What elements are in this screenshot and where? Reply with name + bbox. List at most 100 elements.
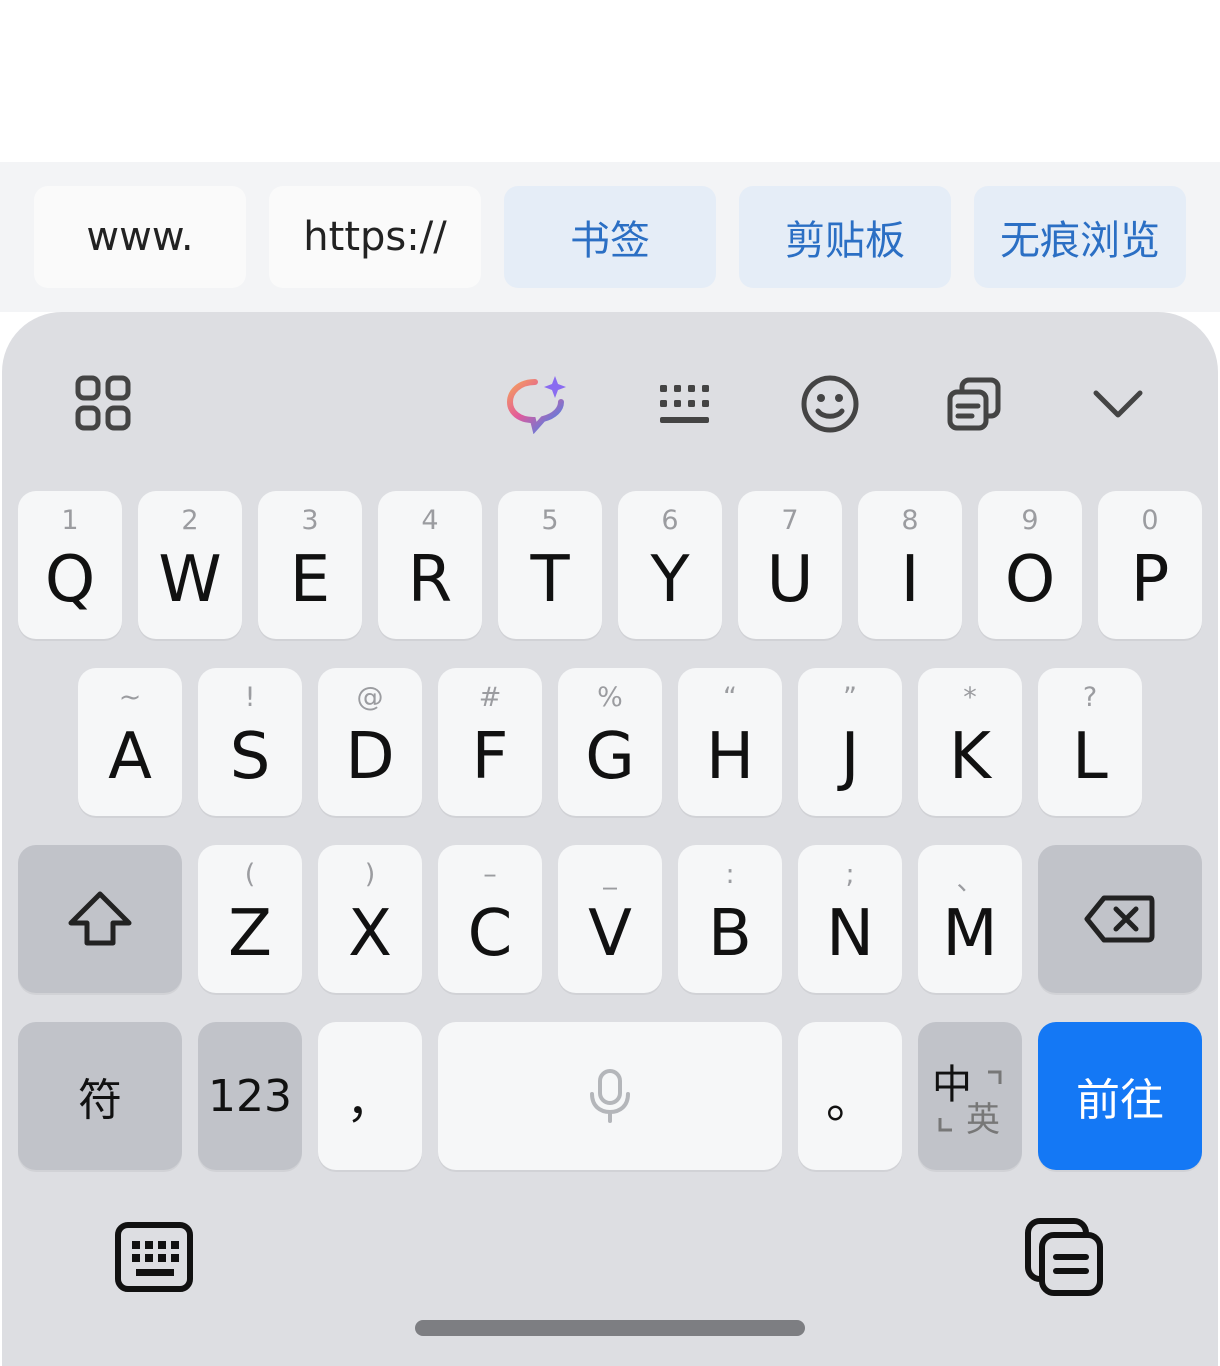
key-label: V — [588, 897, 632, 971]
key-s[interactable]: ! S — [198, 668, 302, 816]
key-label: Y — [650, 543, 690, 617]
chip-https[interactable]: https:// — [269, 186, 481, 288]
backspace-icon — [1038, 845, 1202, 993]
key-hint: 3 — [301, 505, 319, 536]
apps-grid-icon[interactable] — [68, 368, 138, 438]
key-hint: ? — [1082, 682, 1098, 713]
numbers-label: 123 — [208, 1070, 292, 1122]
key-label: Q — [44, 543, 96, 617]
lang-switch-brackets-icon — [938, 1070, 1002, 1132]
language-switch-key[interactable]: 中 英 — [918, 1022, 1022, 1170]
home-indicator — [415, 1320, 805, 1336]
key-hint: ) — [364, 859, 376, 890]
key-label: F — [471, 720, 509, 794]
key-hint: @ — [356, 682, 384, 713]
key-label: U — [766, 543, 814, 617]
space-voice-key[interactable] — [438, 1022, 782, 1170]
key-g[interactable]: % G — [558, 668, 662, 816]
clipboard-icon[interactable] — [938, 368, 1010, 440]
key-hint: ; — [845, 859, 855, 890]
page-blank-area — [0, 0, 1220, 162]
key-label: N — [826, 897, 874, 971]
key-x[interactable]: ) X — [318, 845, 422, 993]
key-hint: % — [597, 682, 623, 713]
key-r[interactable]: 4R — [378, 491, 482, 639]
key-hint: 8 — [901, 505, 919, 536]
key-k[interactable]: * K — [918, 668, 1022, 816]
key-y[interactable]: 6Y — [618, 491, 722, 639]
chip-bookmarks[interactable]: 书签 — [504, 186, 716, 288]
key-hint: ( — [244, 859, 256, 890]
numbers-key[interactable]: 123 — [198, 1022, 302, 1170]
key-hint: 、 — [956, 866, 984, 897]
key-d[interactable]: @ D — [318, 668, 422, 816]
url-suggestion-bar: www. https:// 书签 剪贴板 无痕浏览 — [0, 162, 1220, 312]
keyboard-layout-icon[interactable] — [648, 368, 720, 440]
key-w[interactable]: 2W — [138, 491, 242, 639]
key-b[interactable]: :B — [678, 845, 782, 993]
key-z[interactable]: (Z — [198, 845, 302, 993]
key-label: H — [705, 720, 755, 794]
emoji-icon[interactable] — [794, 368, 866, 440]
backspace-key[interactable] — [1038, 845, 1202, 993]
chip-clipboard[interactable]: 剪贴板 — [739, 186, 951, 288]
key-label: O — [1004, 543, 1056, 617]
comma-key[interactable]: ， — [318, 1022, 422, 1170]
clipboard-history-icon[interactable] — [1022, 1216, 1108, 1300]
key-h[interactable]: “H — [678, 668, 782, 816]
keyboard-switch-icon[interactable] — [112, 1218, 196, 1296]
key-hint: “ — [723, 682, 737, 713]
period-label: 。 — [825, 1073, 874, 1129]
period-key[interactable]: 。 — [798, 1022, 902, 1170]
key-label: T — [530, 543, 570, 617]
collapse-keyboard-icon[interactable] — [1082, 368, 1154, 440]
key-hint: ! — [244, 682, 256, 713]
key-label: I — [900, 543, 920, 617]
key-i[interactable]: 8I — [858, 491, 962, 639]
ai-assistant-icon[interactable] — [502, 368, 574, 440]
key-label: E — [289, 543, 331, 617]
go-button[interactable]: 前往 — [1038, 1022, 1202, 1170]
key-label: A — [108, 720, 152, 794]
key-e[interactable]: 3E — [258, 491, 362, 639]
key-hint: 5 — [541, 505, 559, 536]
key-label: B — [708, 897, 752, 971]
key-hint: * — [963, 682, 977, 713]
key-hint: 0 — [1141, 505, 1159, 536]
key-j[interactable]: ” J — [798, 668, 902, 816]
key-label: W — [158, 543, 222, 617]
key-c[interactable]: – C — [438, 845, 542, 993]
key-label: C — [467, 897, 513, 971]
key-hint: 6 — [661, 505, 679, 536]
key-label: L — [1072, 720, 1108, 794]
key-label: X — [348, 897, 392, 971]
key-a[interactable]: ~ A — [78, 668, 182, 816]
shift-arrow-icon — [18, 845, 182, 993]
chip-incognito[interactable]: 无痕浏览 — [974, 186, 1186, 288]
key-f[interactable]: # F — [438, 668, 542, 816]
key-label: R — [407, 543, 453, 617]
key-label: M — [942, 897, 998, 971]
key-q[interactable]: 1Q — [18, 491, 122, 639]
key-v[interactable]: _ V — [558, 845, 662, 993]
key-label: Z — [228, 897, 272, 971]
key-hint: 4 — [421, 505, 439, 536]
key-hint: 2 — [181, 505, 199, 536]
key-m[interactable]: 、 M — [918, 845, 1022, 993]
key-l[interactable]: ? L — [1038, 668, 1142, 816]
key-hint: – — [483, 859, 497, 890]
symbols-key[interactable]: 符 — [18, 1022, 182, 1170]
key-n[interactable]: ; N — [798, 845, 902, 993]
key-hint: # — [478, 682, 502, 713]
key-t[interactable]: 5T — [498, 491, 602, 639]
shift-key[interactable] — [18, 845, 182, 993]
key-hint: _ — [603, 859, 617, 890]
key-o[interactable]: 9O — [978, 491, 1082, 639]
key-hint: 1 — [61, 505, 79, 536]
key-label: J — [840, 720, 860, 794]
key-hint: : — [725, 859, 735, 890]
chip-www[interactable]: www. — [34, 186, 246, 288]
key-p[interactable]: 0P — [1098, 491, 1202, 639]
comma-label: ， — [345, 1073, 394, 1129]
key-u[interactable]: 7U — [738, 491, 842, 639]
